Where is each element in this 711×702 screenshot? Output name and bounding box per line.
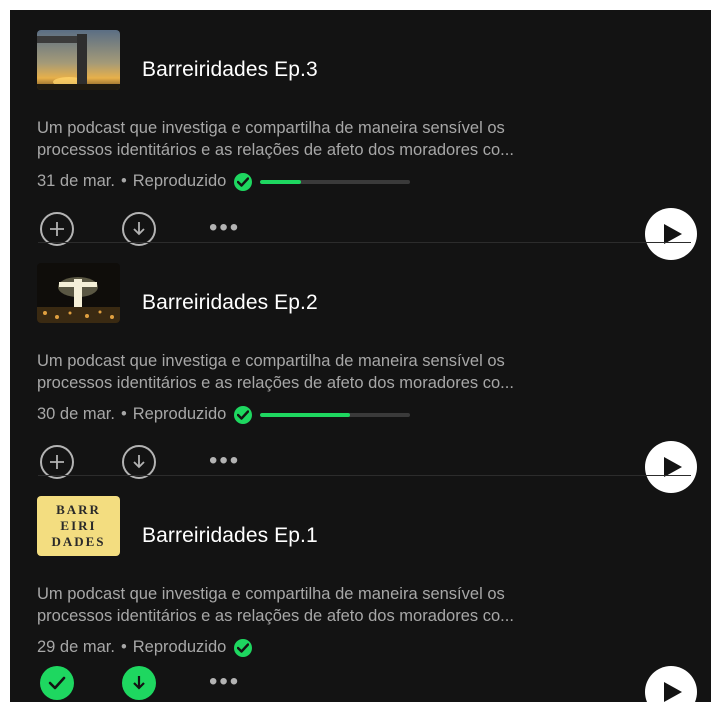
- episode-title[interactable]: Barreiridades Ep.1: [142, 524, 318, 548]
- description-line: Um podcast que investiga e compartilha d…: [37, 352, 505, 370]
- progress-fill: [260, 412, 351, 417]
- add-to-library-button[interactable]: [40, 212, 74, 246]
- episode-meta: 31 de mar. • Reproduzido: [37, 172, 411, 191]
- check-icon: [48, 676, 66, 690]
- played-check-icon: [234, 638, 253, 657]
- more-options-button[interactable]: •••: [209, 216, 240, 240]
- episode-item[interactable]: Barreiridades Ep.2 Um podcast que invest…: [10, 253, 711, 493]
- download-arrow-icon: [133, 455, 145, 469]
- episode-date: 30 de mar.: [37, 405, 115, 423]
- episode-thumbnail: [37, 30, 120, 90]
- episode-description[interactable]: Um podcast que investiga e compartilha d…: [37, 350, 697, 394]
- play-status: Reproduzido: [132, 405, 227, 423]
- episode-actions: •••: [37, 662, 697, 702]
- logo-text-line: EIRI: [60, 518, 97, 533]
- add-to-library-button[interactable]: [40, 445, 74, 479]
- plus-icon: [50, 455, 64, 469]
- episode-title[interactable]: Barreiridades Ep.3: [142, 58, 318, 82]
- play-button[interactable]: [645, 666, 697, 702]
- plus-icon: [50, 222, 64, 236]
- meta-separator: •: [120, 172, 127, 190]
- progress-bar: [260, 412, 411, 417]
- more-options-button[interactable]: •••: [209, 449, 240, 473]
- episode-description[interactable]: Um podcast que investiga e compartilha d…: [37, 583, 697, 627]
- episode-date: 31 de mar.: [37, 172, 115, 190]
- more-options-button[interactable]: •••: [209, 670, 240, 694]
- description-line: Um podcast que investiga e compartilha d…: [37, 119, 505, 137]
- meta-separator: •: [120, 405, 127, 423]
- description-line: Um podcast que investiga e compartilha d…: [37, 585, 505, 603]
- episode-title[interactable]: Barreiridades Ep.2: [142, 291, 318, 315]
- play-status: Reproduzido: [132, 172, 227, 190]
- download-arrow-icon: [133, 676, 145, 690]
- episode-date: 29 de mar.: [37, 638, 115, 656]
- divider: [38, 475, 691, 476]
- divider: [38, 242, 691, 243]
- progress-fill: [260, 179, 301, 184]
- download-button[interactable]: [122, 445, 156, 479]
- download-arrow-icon: [133, 222, 145, 236]
- play-status: Reproduzido: [132, 638, 227, 656]
- episode-meta: 29 de mar. • Reproduzido: [37, 638, 253, 657]
- played-check-icon: [234, 405, 253, 424]
- description-line: processos identitários e as relações de …: [37, 607, 514, 625]
- play-icon: [664, 457, 682, 477]
- episode-item[interactable]: BARR EIRI DADES Barreiridades Ep.1 Um po…: [10, 486, 711, 702]
- episode-list: Barreiridades Ep.3 Um podcast que invest…: [10, 10, 711, 702]
- download-button[interactable]: [122, 212, 156, 246]
- description-line: processos identitários e as relações de …: [37, 374, 514, 392]
- episode-meta: 30 de mar. • Reproduzido: [37, 405, 411, 424]
- logo-text-line: DADES: [51, 534, 106, 549]
- play-icon: [664, 224, 682, 244]
- meta-separator: •: [120, 638, 127, 656]
- episode-thumbnail: [37, 263, 120, 323]
- episode-item[interactable]: Barreiridades Ep.3 Um podcast que invest…: [10, 20, 711, 260]
- played-check-icon: [234, 172, 253, 191]
- episode-thumbnail: BARR EIRI DADES: [37, 496, 120, 556]
- progress-bar: [260, 179, 411, 184]
- downloaded-button[interactable]: [122, 666, 156, 700]
- logo-text-line: BARR: [56, 502, 101, 517]
- play-icon: [664, 682, 682, 702]
- description-line: processos identitários e as relações de …: [37, 141, 514, 159]
- episode-description[interactable]: Um podcast que investiga e compartilha d…: [37, 117, 697, 161]
- saved-button[interactable]: [40, 666, 74, 700]
